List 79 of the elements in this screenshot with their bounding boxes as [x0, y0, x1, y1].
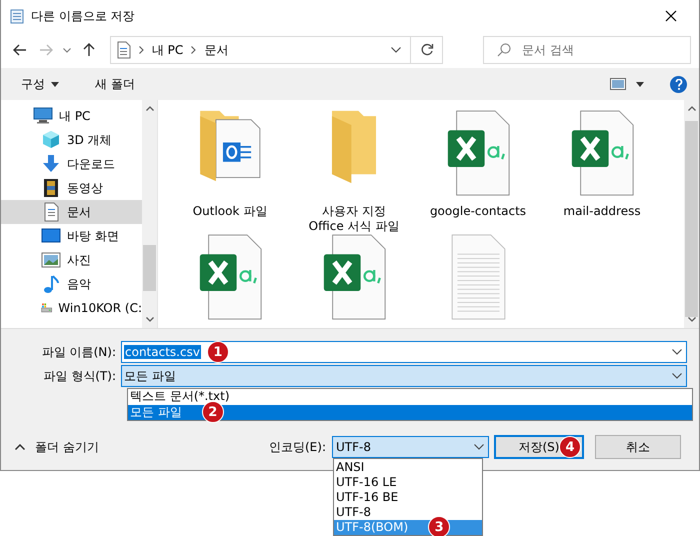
spreadsheet-file-icon — [198, 234, 262, 320]
file-type-dropdown[interactable]: 모든 파일 — [121, 365, 687, 387]
computer-icon — [33, 106, 53, 126]
hide-folders-button[interactable]: 폴더 숨기기 — [15, 438, 99, 456]
dropdown-option[interactable]: UTF-8(BOM) 3 — [334, 520, 482, 535]
sidebar-item[interactable]: 바탕 화면 — [1, 224, 142, 248]
sidebar-item[interactable]: 문서 — [1, 200, 142, 224]
callout-badge: 1 — [206, 341, 229, 363]
field-label: 파일 형식(T): — [42, 368, 117, 384]
view-options-button[interactable] — [610, 78, 644, 90]
spreadsheet-file-icon — [322, 234, 386, 320]
file-item[interactable]: mail-address — [540, 110, 664, 234]
view-icon — [610, 78, 626, 90]
chevron-down-icon — [672, 373, 682, 379]
organize-button[interactable]: 구성 — [19, 74, 61, 94]
sidebar-item[interactable]: 음악 — [1, 272, 142, 296]
dropdown-option[interactable]: ANSI — [334, 460, 482, 475]
scrollbar[interactable] — [684, 100, 699, 328]
caret-icon — [63, 48, 72, 52]
folder-icon — [331, 110, 377, 184]
callout-badge: 2 — [202, 401, 224, 424]
right-arrow-icon — [38, 44, 53, 56]
sidebar-item[interactable]: Win10KOR (C: — [1, 296, 142, 320]
caret-icon — [636, 82, 644, 86]
chevron-up-icon — [688, 106, 696, 111]
chevron-up-icon — [146, 106, 154, 111]
scrollbar-thumb[interactable] — [685, 121, 698, 317]
left-arrow-icon — [12, 44, 27, 56]
chevron-up-icon — [15, 444, 25, 450]
breadcrumb[interactable]: 문서 — [204, 42, 228, 58]
document-icon — [116, 41, 131, 59]
sidebar-item[interactable]: 동영상 — [1, 176, 142, 200]
encoding-dropdown[interactable]: UTF-8 — [332, 436, 489, 458]
spreadsheet-file-icon — [570, 110, 634, 196]
dropdown-option[interactable]: 모든 파일 2 — [128, 404, 692, 420]
dropdown-option[interactable]: UTF-16 BE — [334, 490, 482, 505]
film-icon — [41, 178, 61, 198]
dropdown-option[interactable]: UTF-16 LE — [334, 474, 482, 490]
question-mark-icon — [674, 78, 682, 90]
breadcrumb[interactable]: 내 PC — [152, 42, 184, 58]
sidebar-item[interactable]: 다운로드 — [1, 152, 142, 176]
text-file-icon — [450, 234, 506, 320]
cube-icon — [41, 130, 61, 150]
refresh-icon — [420, 43, 434, 57]
callout-badge: 3 — [428, 516, 450, 536]
field-label: 인코딩(E): — [269, 438, 326, 456]
chevron-right-icon — [191, 46, 196, 54]
music-note-icon — [41, 274, 61, 294]
chevron-down-icon — [672, 349, 682, 355]
search-icon — [497, 43, 512, 57]
search-field[interactable]: 문서 검색 — [483, 36, 692, 64]
file-item[interactable]: Outlook 파일 — [168, 110, 292, 234]
file-item[interactable]: 사용자 지정 Office 서식 파일 — [292, 110, 416, 234]
close-icon — [665, 10, 677, 22]
sidebar-item[interactable]: 3D 개체 — [1, 128, 142, 152]
window-title: 다른 이름으로 저장 — [31, 8, 136, 24]
sidebar-item[interactable]: 사진 — [1, 248, 142, 272]
address-bar[interactable]: 내 PC 문서 — [110, 36, 444, 64]
chevron-down-icon — [146, 317, 154, 322]
file-item[interactable]: google-contacts — [416, 110, 540, 234]
spreadsheet-file-icon — [446, 110, 510, 196]
scrollbar[interactable] — [142, 100, 157, 328]
chevron-right-icon — [138, 46, 144, 54]
down-arrow-icon — [41, 154, 61, 174]
chevron-down-icon — [474, 444, 484, 450]
sidebar-item[interactable]: 내 PC — [1, 104, 142, 128]
file-name-field[interactable]: contacts.csv 1 — [121, 341, 687, 363]
folder-with-document-icon — [199, 110, 261, 182]
help-button[interactable] — [670, 76, 687, 92]
caret-icon — [51, 82, 59, 86]
field-label: 파일 이름(N): — [40, 344, 117, 360]
notepad-icon — [9, 8, 25, 24]
up-arrow-icon — [83, 43, 96, 57]
picture-icon — [41, 250, 61, 270]
new-folder-button[interactable]: 새 폴더 — [93, 74, 137, 94]
cancel-button[interactable]: 취소 — [595, 435, 681, 459]
chevron-down-icon — [391, 47, 402, 53]
chevron-down-icon — [688, 317, 696, 322]
scrollbar-thumb[interactable] — [143, 245, 156, 291]
